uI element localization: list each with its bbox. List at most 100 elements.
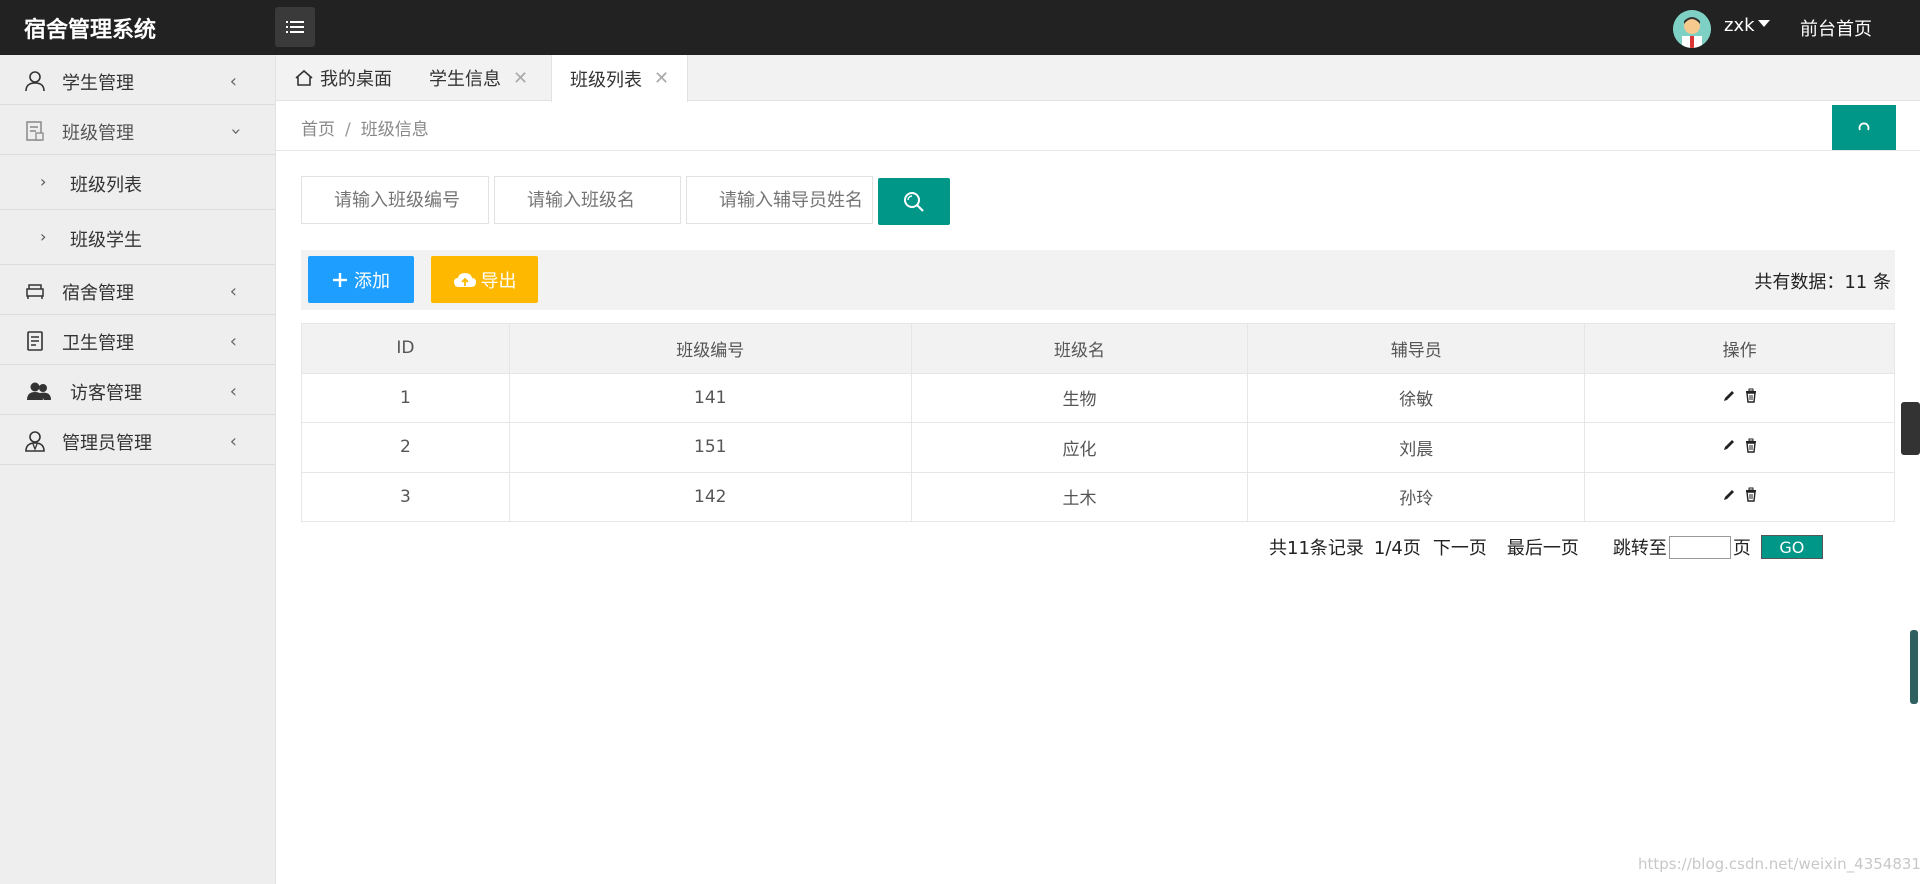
edit-icon[interactable] — [1722, 389, 1736, 403]
class-table: ID 班级编号 班级名 辅导员 操作 1 141 生物 徐敏 2 151 应化 … — [301, 323, 1895, 522]
edit-icon[interactable] — [1722, 488, 1736, 502]
scroll-handle[interactable] — [1910, 630, 1918, 704]
tab-my-desktop[interactable]: 我的桌面 — [294, 55, 400, 101]
sidebar-item-label: 访客管理 — [70, 383, 142, 404]
menu-toggle-button[interactable] — [275, 7, 315, 47]
sidebar-subitem-label: 班级学生 — [70, 230, 142, 251]
cell-actions — [1584, 422, 1895, 473]
sidebar: 学生管理 ‹ 班级管理 ‹ › 班级列表 › 班级学生 宿舍管理 ‹ 卫生管理 … — [0, 55, 276, 884]
delete-icon[interactable] — [1744, 487, 1758, 502]
watermark: https://blog.csdn.net/weixin_43548310 — [1638, 855, 1920, 873]
search-button[interactable] — [878, 178, 950, 225]
column-header-class-code: 班级编号 — [508, 323, 912, 374]
caret-down-icon[interactable] — [1758, 20, 1770, 27]
cell-actions — [1584, 372, 1895, 423]
toolbar: 添加 导出 共有数据：11 条 — [301, 250, 1895, 310]
sidebar-item-student[interactable]: 学生管理 ‹ — [0, 55, 275, 105]
sidebar-item-label: 学生管理 — [62, 73, 134, 94]
refresh-button[interactable] — [1832, 105, 1896, 150]
sidebar-item-label: 管理员管理 — [62, 433, 152, 454]
delete-icon[interactable] — [1744, 438, 1758, 453]
sidebar-item-hygiene[interactable]: 卫生管理 ‹ — [0, 315, 275, 365]
tab-label: 学生信息 — [429, 69, 501, 90]
chevron-down-icon: ‹ — [224, 127, 246, 136]
breadcrumb-bar: 首页 / 班级信息 — [276, 101, 1920, 151]
cell-id: 2 — [301, 422, 510, 473]
sidebar-item-dorm[interactable]: 宿舍管理 ‹ — [0, 265, 275, 315]
sidebar-item-admin[interactable]: 管理员管理 ‹ — [0, 415, 275, 465]
table-row: 1 141 生物 徐敏 — [301, 372, 1895, 423]
chevron-right-icon: › — [40, 172, 47, 191]
cell-class-name: 土木 — [910, 471, 1249, 522]
chevron-right-icon: › — [40, 227, 47, 246]
chevron-left-icon: ‹ — [229, 381, 237, 402]
last-page-link[interactable]: 最后一页 — [1507, 534, 1579, 560]
cell-counselor: 徐敏 — [1247, 372, 1586, 423]
column-header-actions: 操作 — [1584, 323, 1895, 374]
document-icon — [26, 121, 44, 141]
table-row: 2 151 应化 刘晨 — [301, 422, 1895, 473]
next-page-link[interactable]: 下一页 — [1433, 534, 1487, 560]
page-info: 1/4页 — [1373, 538, 1421, 559]
tab-student-info[interactable]: 学生信息 ✕ — [429, 55, 528, 101]
close-icon[interactable]: ✕ — [513, 68, 528, 89]
tab-bar: 我的桌面 学生信息 ✕ 班级列表 ✕ — [276, 55, 1920, 102]
add-button-label: 添加 — [354, 270, 390, 292]
table-header-row: ID 班级编号 班级名 辅导员 操作 — [301, 323, 1895, 374]
plus-icon — [333, 272, 347, 287]
cell-counselor: 刘晨 — [1247, 422, 1586, 473]
username[interactable]: zxk — [1724, 15, 1755, 36]
chevron-left-icon: ‹ — [229, 71, 237, 92]
app-title: 宿舍管理系统 — [24, 18, 157, 43]
front-home-link[interactable]: 前台首页 — [1800, 15, 1872, 41]
sidebar-item-label: 宿舍管理 — [62, 283, 134, 304]
cell-class-code: 151 — [508, 422, 912, 473]
tab-label: 班级列表 — [570, 69, 642, 91]
sidebar-subitem-class-students[interactable]: › 班级学生 — [0, 210, 275, 265]
cell-class-code: 142 — [508, 471, 912, 522]
pagination: 共11条记录 1/4页 下一页 最后一页 跳转至 页 GO — [1269, 534, 1823, 560]
export-button-label: 导出 — [480, 270, 517, 292]
class-code-search-input[interactable] — [301, 176, 489, 224]
sidebar-item-class[interactable]: 班级管理 ‹ — [0, 105, 275, 155]
page-number-input[interactable] — [1668, 535, 1731, 559]
export-button[interactable]: 导出 — [431, 256, 538, 303]
cell-id: 3 — [301, 471, 510, 522]
tab-class-list[interactable]: 班级列表 ✕ — [551, 55, 688, 102]
chevron-left-icon: ‹ — [229, 331, 237, 352]
user-icon — [25, 71, 45, 92]
cell-actions — [1584, 471, 1895, 522]
edit-icon[interactable] — [1722, 438, 1736, 452]
go-button[interactable]: GO — [1760, 535, 1823, 559]
record-count: 共11条记录 — [1269, 538, 1364, 559]
chevron-left-icon: ‹ — [229, 431, 237, 452]
breadcrumb: 首页 / 班级信息 — [301, 115, 429, 140]
sidebar-subitem-label: 班级列表 — [70, 175, 142, 196]
breadcrumb-separator: / — [345, 120, 351, 140]
floating-widget[interactable] — [1901, 402, 1920, 455]
class-name-search-input[interactable] — [494, 176, 681, 224]
counselor-search-input[interactable] — [686, 176, 873, 224]
refresh-icon — [1858, 122, 1870, 130]
notebook-icon — [27, 331, 43, 351]
cell-id: 1 — [301, 372, 510, 423]
avatar[interactable] — [1673, 10, 1711, 48]
sidebar-item-label: 卫生管理 — [62, 333, 134, 354]
cloud-upload-icon — [453, 272, 476, 287]
sofa-icon — [26, 284, 44, 299]
add-button[interactable]: 添加 — [308, 256, 414, 303]
column-header-id: ID — [301, 323, 510, 374]
column-header-counselor: 辅导员 — [1247, 323, 1586, 374]
sidebar-item-label: 班级管理 — [62, 123, 134, 144]
cell-class-code: 141 — [508, 372, 912, 423]
breadcrumb-home[interactable]: 首页 — [301, 120, 335, 140]
delete-icon[interactable] — [1744, 388, 1758, 403]
top-header: 宿舍管理系统 zxk 前台首页 — [0, 0, 1920, 55]
home-icon — [295, 69, 313, 86]
close-icon[interactable]: ✕ — [654, 68, 669, 89]
tab-label: 我的桌面 — [320, 69, 392, 90]
admin-icon — [25, 431, 45, 452]
sidebar-item-visitor[interactable]: 访客管理 ‹ — [0, 365, 275, 415]
sidebar-subitem-class-list[interactable]: › 班级列表 — [0, 155, 275, 210]
page-unit-label: 页 — [1732, 538, 1751, 559]
